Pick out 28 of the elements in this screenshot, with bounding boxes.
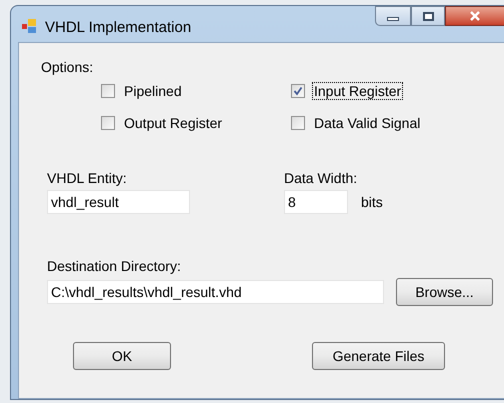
destination-label: Destination Directory: <box>47 258 182 274</box>
window-title: VHDL Implementation <box>45 18 192 38</box>
minimize-button[interactable] <box>375 6 411 26</box>
checkbox-label: Pipelined <box>123 83 183 99</box>
checkbox-label: Input Register <box>313 83 402 99</box>
browse-button[interactable]: Browse... <box>396 278 493 306</box>
ok-button[interactable]: OK <box>73 342 171 370</box>
generate-button[interactable]: Generate Files <box>312 342 445 370</box>
data-width-label: Data Width: <box>284 170 358 186</box>
destination-field[interactable]: C:\vhdl_results\vhdl_result.vhd <box>47 280 384 304</box>
unit-label: bits <box>361 192 383 212</box>
checkbox[interactable] <box>101 116 115 130</box>
maximize-icon <box>422 12 434 20</box>
checkbox[interactable] <box>291 116 305 130</box>
maximize-button[interactable] <box>411 6 445 26</box>
checkbox-label: Output Register <box>123 115 224 131</box>
options-label: Options: <box>41 59 94 75</box>
minimize-icon <box>387 16 399 20</box>
entity-label: VHDL Entity: <box>47 170 128 186</box>
checkbox-label: Data Valid Signal <box>313 115 422 131</box>
checkmark-icon <box>293 86 303 96</box>
close-icon <box>469 11 481 21</box>
app-icon <box>21 18 37 34</box>
close-button[interactable] <box>445 6 504 26</box>
checkbox[interactable] <box>291 84 305 98</box>
checkbox[interactable] <box>101 84 115 98</box>
entity-field[interactable]: vhdl_result <box>47 190 190 214</box>
data-width-field[interactable]: 8 <box>284 190 348 214</box>
